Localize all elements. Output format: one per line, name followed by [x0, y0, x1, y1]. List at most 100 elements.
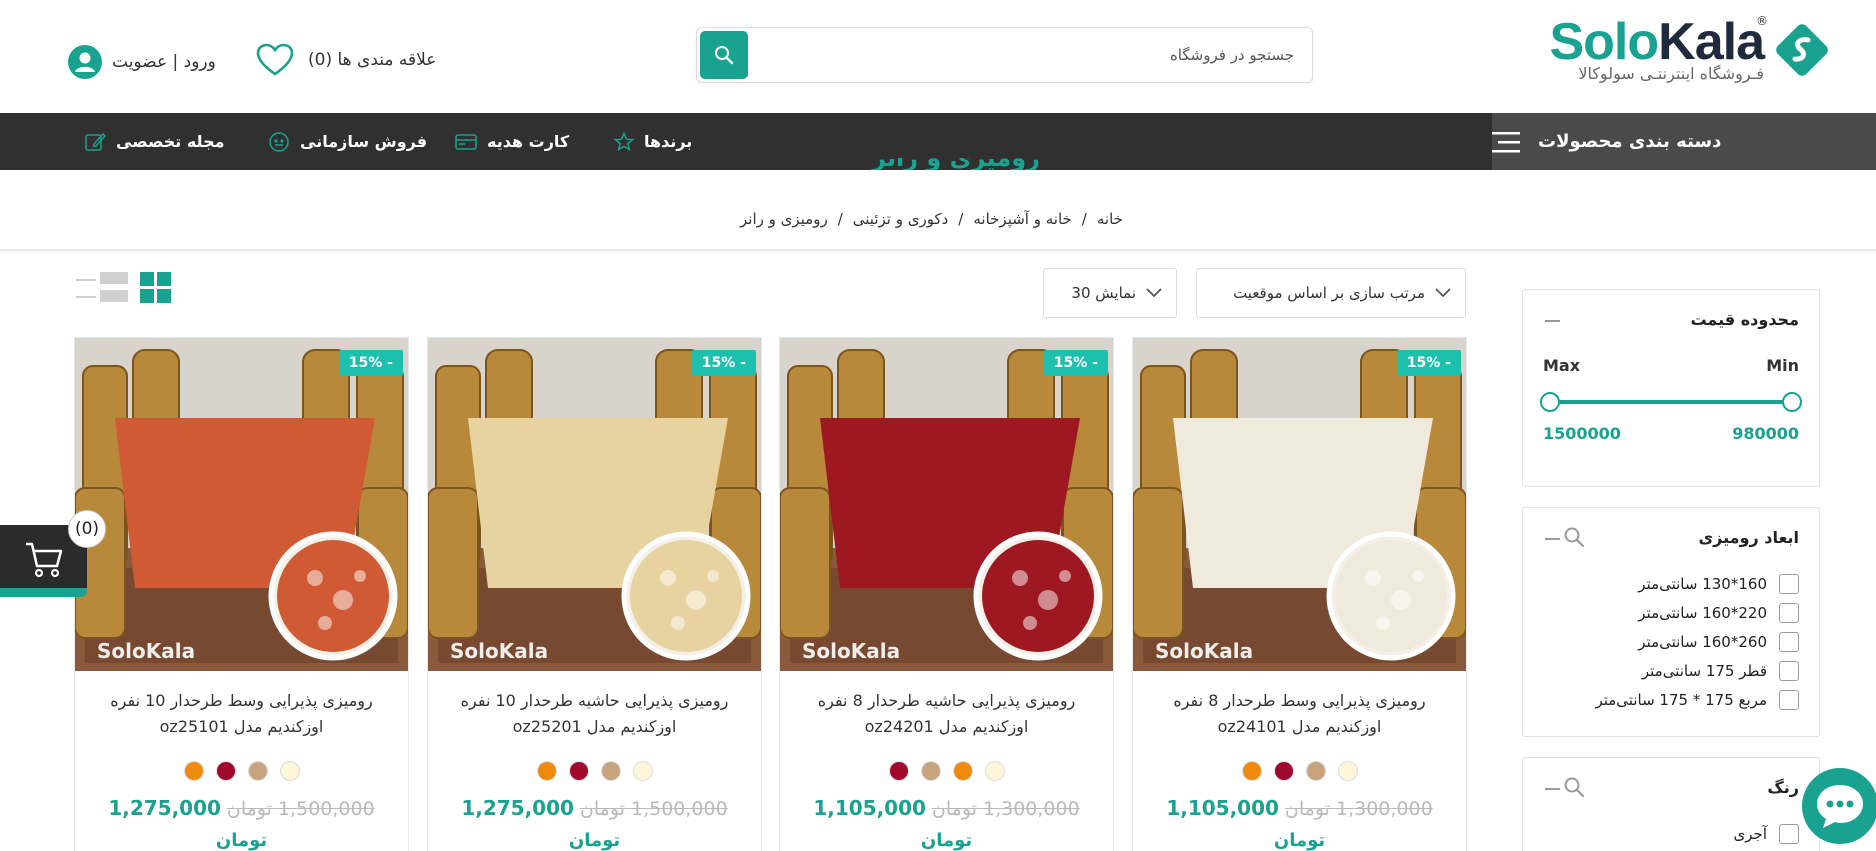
- checkbox[interactable]: [1779, 574, 1799, 594]
- corporate-robot-icon: [269, 131, 289, 152]
- price-row: 1,500,000 تومان 1,275,000: [75, 796, 408, 820]
- color-option-brick[interactable]: آجری: [1734, 824, 1799, 844]
- option-label: 220*160 سانتی‌متر: [1638, 604, 1767, 622]
- size-option-160x130[interactable]: 160*130 سانتی‌متر: [1638, 574, 1799, 594]
- option-label: 160*130 سانتی‌متر: [1638, 575, 1767, 593]
- cart-count-badge: (0): [68, 510, 106, 548]
- nav-item-brands[interactable]: برندها: [614, 113, 692, 170]
- product-card[interactable]: 15% - SoloKala رومیزی پذیرایی حاشیه طرحد…: [427, 337, 762, 851]
- size-filter-title[interactable]: ابعاد رومیزی: [1698, 528, 1799, 547]
- wishlist-link[interactable]: علاقه مندی ها (0): [256, 40, 436, 80]
- size-option-220x160[interactable]: 220*160 سانتی‌متر: [1638, 603, 1799, 623]
- currency-label: تومان: [568, 830, 621, 851]
- breadcrumb-home-kitchen[interactable]: خانه و آشپزخانه: [973, 210, 1071, 228]
- image-watermark: SoloKala: [802, 639, 901, 663]
- discount-badge: 15% -: [1043, 350, 1108, 376]
- chat-bubble-icon: [1817, 785, 1863, 828]
- breadcrumb-separator: /: [1081, 210, 1087, 228]
- product-title[interactable]: رومیزی پذیرایی حاشیه طرحدار 10 نفره اوزکن…: [438, 688, 751, 740]
- price-max-label: Max: [1543, 356, 1581, 375]
- product-image[interactable]: 15% - SoloKala: [428, 338, 761, 671]
- breadcrumb-decor[interactable]: دکوری و تزئینی: [853, 210, 949, 228]
- checkbox[interactable]: [1779, 690, 1799, 710]
- collapse-icon[interactable]: [1545, 538, 1560, 540]
- color-swatch[interactable]: [1241, 761, 1262, 781]
- color-swatch[interactable]: [536, 761, 557, 781]
- chat-support-button[interactable]: [1802, 768, 1876, 844]
- user-avatar-icon: [68, 45, 102, 79]
- price-filter-title[interactable]: محدوده قیمت: [1690, 310, 1799, 329]
- product-card[interactable]: 15% - SoloKala رومیزی پذیرایی وسط طرحدار…: [74, 337, 409, 851]
- logo-wordmark: SoloKala: [1549, 13, 1765, 71]
- discount-badge: 15% -: [691, 350, 756, 376]
- color-swatch[interactable]: [920, 761, 941, 781]
- checkbox[interactable]: [1779, 824, 1799, 844]
- price-max-handle[interactable]: [1540, 392, 1560, 412]
- checkbox[interactable]: [1779, 661, 1799, 681]
- breadcrumb-home[interactable]: خانه: [1097, 210, 1123, 228]
- site-header: SoloKala ® فـروشگاه اینترنتـی سولوکالا ع…: [0, 0, 1876, 113]
- breadcrumb: خانه / خانه و آشپزخانه / دکوری و تزئینی …: [740, 205, 1123, 233]
- color-swatches: [428, 761, 761, 781]
- categories-menu-button[interactable]: دسته بندی محصولات: [1492, 113, 1876, 170]
- checkbox[interactable]: [1779, 603, 1799, 623]
- nav-item-gift-card[interactable]: کارت هدیه: [455, 113, 569, 170]
- logo-tagline: فـروشگاه اینترنتـی سولوکالا: [1578, 64, 1764, 83]
- nav-item-corporate-sales[interactable]: فروش سازمانی: [268, 113, 427, 170]
- search-button[interactable]: [700, 31, 748, 79]
- price-range-track[interactable]: [1551, 400, 1791, 404]
- product-card[interactable]: 15% - SoloKala رومیزی پذیرایی حاشیه طرحد…: [779, 337, 1114, 851]
- color-swatch[interactable]: [600, 761, 621, 781]
- title-line: رومیزی پذیرایی حاشیه طرحدار 10 نفره: [460, 691, 729, 710]
- collapse-icon[interactable]: [1545, 320, 1560, 322]
- color-swatch[interactable]: [279, 761, 300, 781]
- grid-view-icon[interactable]: [140, 272, 171, 303]
- color-swatches: [75, 761, 408, 781]
- color-swatch[interactable]: [183, 761, 204, 781]
- product-card[interactable]: 15% - SoloKala رومیزی پذیرایی وسط طرحدار…: [1132, 337, 1467, 851]
- color-swatch[interactable]: [568, 761, 589, 781]
- size-option-round-175[interactable]: قطر 175 سانتی‌متر: [1642, 661, 1799, 681]
- price-min-handle[interactable]: [1782, 392, 1802, 412]
- color-swatch[interactable]: [1337, 761, 1358, 781]
- login-register-link[interactable]: ورود | عضویت: [68, 44, 216, 80]
- list-view-icon[interactable]: [76, 272, 128, 303]
- product-title[interactable]: رومیزی پذیرایی وسط طرحدار 8 نفره اوزکندیم…: [1143, 688, 1456, 740]
- product-image[interactable]: 15% - SoloKala: [75, 338, 408, 671]
- color-swatch[interactable]: [888, 761, 909, 781]
- size-option-square-175[interactable]: مربع 175 * 175 سانتی‌متر: [1595, 690, 1799, 710]
- color-filter-title[interactable]: رنگ: [1767, 778, 1799, 797]
- color-swatch[interactable]: [215, 761, 236, 781]
- site-logo[interactable]: SoloKala ® فـروشگاه اینترنتـی سولوکالا: [1544, 12, 1834, 92]
- sort-select[interactable]: مرتب سازی بر اساس موقعیت: [1196, 268, 1466, 318]
- page-size-select[interactable]: نمایش 30: [1043, 268, 1177, 318]
- new-price: 1,275,000: [108, 796, 221, 820]
- tablecloth-photo: [1133, 338, 1466, 671]
- chevron-down-icon: [1435, 288, 1451, 298]
- color-swatch[interactable]: [247, 761, 268, 781]
- product-image[interactable]: 15% - SoloKala: [1133, 338, 1466, 671]
- color-swatch[interactable]: [984, 761, 1005, 781]
- size-option-260x160[interactable]: 260*160 سانتی‌متر: [1638, 632, 1799, 652]
- color-swatch[interactable]: [1305, 761, 1326, 781]
- page-title-clipped: رومیزی و رانر: [860, 158, 1040, 170]
- product-title[interactable]: رومیزی پذیرایی حاشیه طرحدار 8 نفره اوزکند…: [790, 688, 1103, 740]
- color-swatch[interactable]: [952, 761, 973, 781]
- search-icon[interactable]: [1563, 776, 1585, 798]
- old-price: 1,500,000 تومان: [226, 798, 375, 820]
- color-swatch[interactable]: [1273, 761, 1294, 781]
- option-label: آجری: [1733, 825, 1767, 843]
- search-input[interactable]: [774, 36, 1294, 74]
- product-title[interactable]: رومیزی پذیرایی وسط طرحدار 10 نفره اوزکندی…: [85, 688, 398, 740]
- old-price: 1,300,000 تومان: [1284, 798, 1433, 820]
- collapse-icon[interactable]: [1545, 788, 1560, 790]
- option-label: مربع 175 * 175 سانتی‌متر: [1595, 691, 1767, 709]
- checkbox[interactable]: [1779, 632, 1799, 652]
- tablecloth-photo: [428, 338, 761, 671]
- product-image[interactable]: 15% - SoloKala: [780, 338, 1113, 671]
- search-icon[interactable]: [1563, 526, 1585, 548]
- color-swatches: [780, 761, 1113, 781]
- nav-item-magazine[interactable]: مجله تخصصی: [84, 113, 225, 170]
- nav-item-label: کارت هدیه: [487, 132, 570, 151]
- color-swatch[interactable]: [632, 761, 653, 781]
